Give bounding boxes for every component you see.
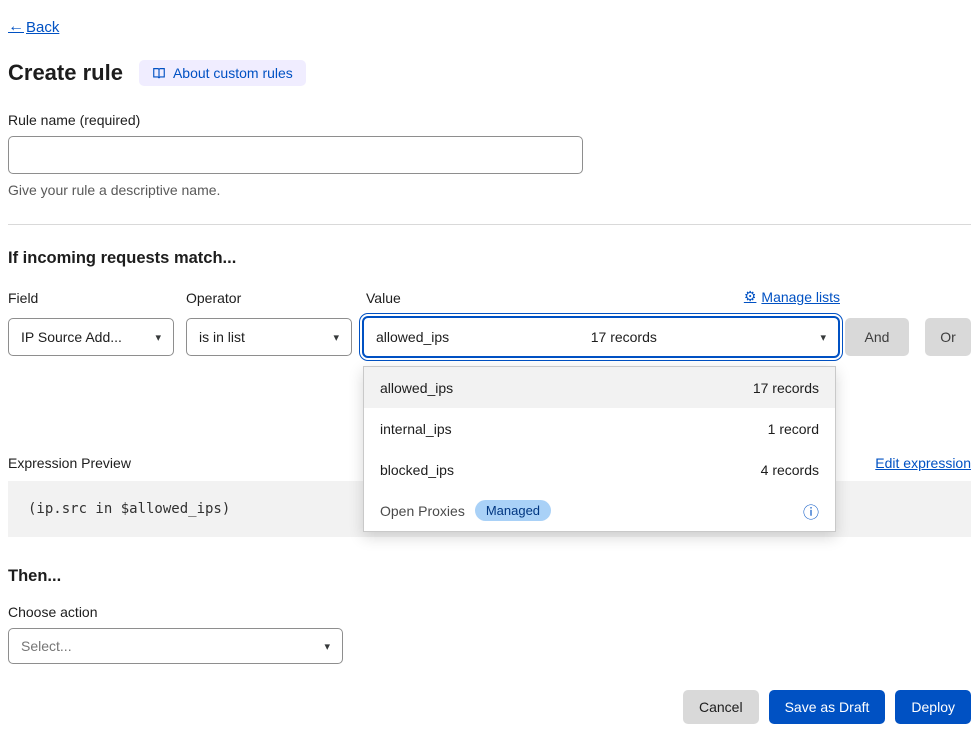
value-label: Value [366, 290, 401, 306]
value-selected-records: 17 records [591, 329, 671, 345]
list-item-open-proxies[interactable]: Open Proxies Managed ⓘ [364, 490, 835, 531]
section-divider [8, 224, 971, 225]
chevron-down-icon: ▾ [325, 331, 339, 344]
cancel-button[interactable]: Cancel [683, 690, 759, 724]
list-records: 1 record [768, 421, 819, 437]
list-item-internal-ips[interactable]: internal_ips 1 record [364, 408, 835, 449]
list-name: internal_ips [380, 421, 452, 437]
title-row: Create rule About custom rules [8, 60, 971, 86]
match-section-title: If incoming requests match... [8, 249, 971, 268]
save-as-draft-button[interactable]: Save as Draft [769, 690, 886, 724]
value-select[interactable]: allowed_ips 17 records ▾ [362, 316, 840, 358]
manage-lists-label: Manage lists [761, 289, 840, 305]
rule-name-input[interactable] [8, 136, 583, 174]
back-link[interactable]: ←Back [8, 18, 59, 36]
field-label: Field [8, 290, 38, 306]
create-rule-page: ←Back Create rule About custom rules Rul… [0, 0, 979, 739]
rule-name-block: Rule name (required) Give your rule a de… [8, 112, 971, 198]
value-dropdown-menu: allowed_ips 17 records internal_ips 1 re… [363, 366, 836, 532]
list-name: blocked_ips [380, 462, 454, 478]
operator-label: Operator [186, 290, 241, 306]
list-records: 17 records [753, 380, 819, 396]
about-custom-rules-link[interactable]: About custom rules [139, 60, 306, 86]
then-section-title: Then... [8, 567, 971, 586]
left-arrow-icon: ← [8, 18, 24, 36]
field-select[interactable]: IP Source Add... ▾ [8, 318, 174, 356]
chevron-down-icon: ▾ [812, 331, 826, 344]
page-title: Create rule [8, 60, 123, 86]
footer-actions: Cancel Save as Draft Deploy [8, 690, 971, 724]
gear-icon: ⚙ [744, 288, 757, 305]
list-item-left: Open Proxies Managed [380, 500, 551, 521]
managed-badge: Managed [475, 500, 551, 521]
rule-name-label: Rule name (required) [8, 112, 971, 128]
info-icon[interactable]: ⓘ [803, 499, 819, 523]
value-selected-name: allowed_ips [376, 329, 449, 345]
list-item-blocked-ips[interactable]: blocked_ips 4 records [364, 449, 835, 490]
chevron-down-icon: ▾ [147, 331, 161, 344]
action-placeholder: Select... [21, 638, 72, 654]
and-button[interactable]: And [845, 318, 909, 356]
or-button[interactable]: Or [925, 318, 971, 356]
deploy-button[interactable]: Deploy [895, 690, 971, 724]
expression-code-text: (ip.src in $allowed_ips) [28, 501, 230, 517]
book-icon [152, 66, 166, 80]
action-select[interactable]: Select... ▾ [8, 628, 343, 664]
operator-select[interactable]: is in list ▾ [186, 318, 352, 356]
list-item-allowed-ips[interactable]: allowed_ips 17 records [364, 367, 835, 408]
about-label: About custom rules [173, 65, 293, 81]
field-selected-value: IP Source Add... [21, 329, 122, 345]
match-builder: Field Operator Value ⚙ Manage lists IP S… [8, 290, 971, 360]
rule-name-help: Give your rule a descriptive name. [8, 182, 971, 198]
edit-expression-link[interactable]: Edit expression [875, 455, 971, 471]
list-name: Open Proxies [380, 503, 465, 519]
choose-action-label: Choose action [8, 604, 971, 620]
chevron-down-icon: ▾ [316, 640, 330, 653]
list-records: 4 records [761, 462, 819, 478]
list-name: allowed_ips [380, 380, 453, 396]
back-label: Back [26, 19, 59, 36]
operator-selected-value: is in list [199, 329, 245, 345]
expression-preview-label: Expression Preview [8, 455, 131, 471]
manage-lists-link[interactable]: ⚙ Manage lists [744, 288, 840, 305]
